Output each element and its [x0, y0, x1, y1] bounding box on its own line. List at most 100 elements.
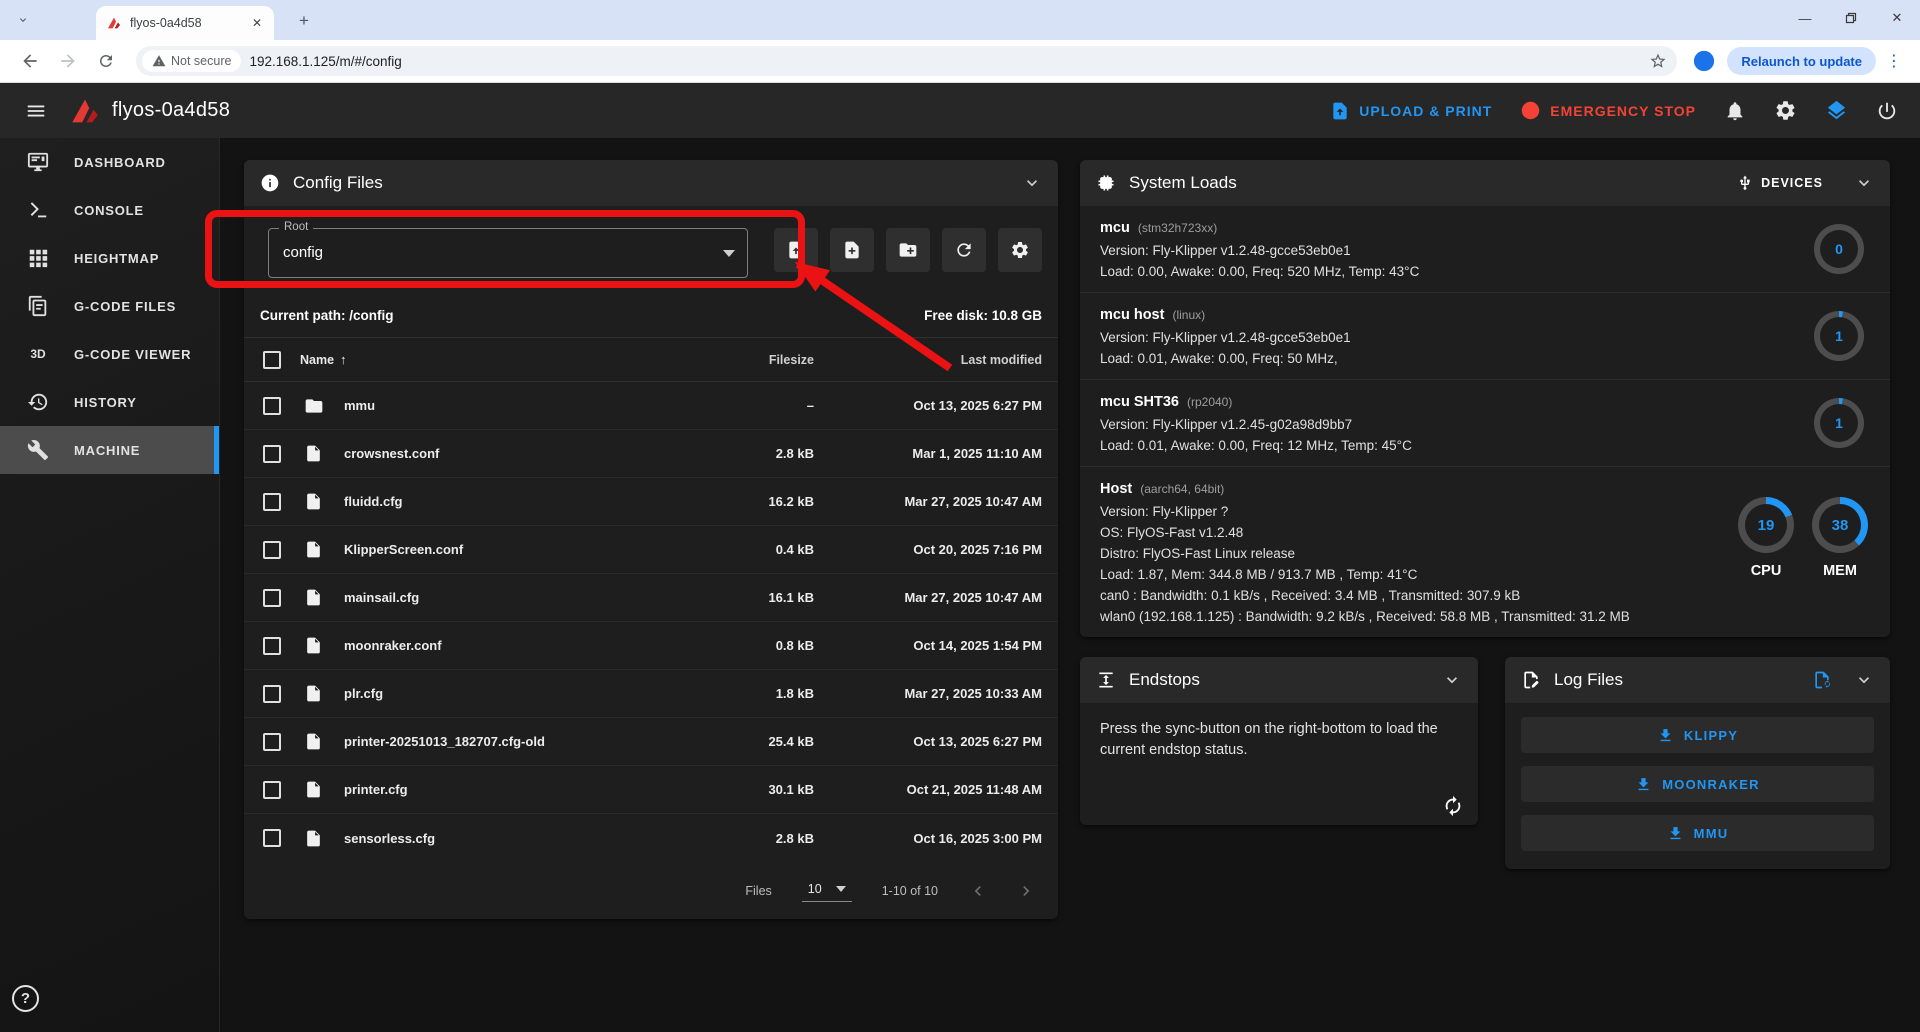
menu-hamburger-button[interactable] [16, 91, 56, 131]
select-all-checkbox[interactable] [263, 351, 281, 369]
page-next-icon[interactable] [1016, 881, 1036, 901]
browser-tab[interactable]: flyos-0a4d58 ✕ [96, 6, 274, 40]
help-button[interactable]: ? [12, 985, 39, 1012]
collapse-chevron-icon[interactable] [1022, 173, 1042, 193]
row-checkbox[interactable] [263, 829, 281, 847]
cpu-gauge: 19 CPU [1738, 497, 1794, 579]
refresh-logs-icon[interactable] [1812, 670, 1832, 690]
download-mmu-log-button[interactable]: MMU [1521, 815, 1874, 851]
sidebar-item-console[interactable]: CONSOLE [0, 186, 219, 234]
browser-menu-icon[interactable]: ⋮ [1882, 51, 1906, 71]
browser-profile-avatar[interactable] [1691, 48, 1717, 74]
collapse-chevron-icon[interactable] [1854, 670, 1874, 690]
row-checkbox[interactable] [263, 637, 281, 655]
sidebar-item-gcode-viewer[interactable]: 3D G-CODE VIEWER [0, 330, 219, 378]
row-checkbox[interactable] [263, 781, 281, 799]
host-os: OS: FlyOS-Fast v1.2.48 [1100, 525, 1690, 540]
row-checkbox[interactable] [263, 733, 281, 751]
back-button[interactable] [14, 45, 46, 77]
collapse-chevron-icon[interactable] [1442, 670, 1462, 690]
file-size: – [664, 398, 814, 413]
alert-circle-icon [1520, 100, 1541, 121]
add-folder-button[interactable] [886, 228, 930, 272]
host-wlan0-stats: wlan0 (192.168.1.125) : Bandwidth: 9.2 k… [1100, 609, 1690, 624]
sidebar-item-heightmap[interactable]: HEIGHTMAP [0, 234, 219, 282]
sidebar-item-label: HISTORY [74, 395, 137, 410]
sidebar-item-dashboard[interactable]: DASHBOARD [0, 138, 219, 186]
file-name: printer.cfg [344, 782, 664, 797]
emergency-stop-button[interactable]: EMERGENCY STOP [1520, 100, 1696, 121]
window-minimize-button[interactable]: — [1782, 0, 1828, 36]
log-files-title: Log Files [1554, 670, 1623, 690]
updates-button[interactable] [1825, 99, 1848, 122]
row-checkbox[interactable] [263, 445, 281, 463]
log-file-icon [1521, 670, 1541, 690]
mcu-host-load-value: 1 [1814, 311, 1864, 361]
site-security-chip[interactable]: Not secure [142, 50, 241, 72]
row-checkbox[interactable] [263, 397, 281, 415]
row-checkbox[interactable] [263, 685, 281, 703]
root-select[interactable]: Root config [268, 228, 748, 278]
file-row[interactable]: crowsnest.conf 2.8 kB Mar 1, 2025 11:10 … [244, 430, 1058, 478]
page-previous-icon[interactable] [968, 881, 988, 901]
window-restore-button[interactable] [1828, 0, 1874, 36]
file-row[interactable]: printer-20251013_182707.cfg-old 25.4 kB … [244, 718, 1058, 766]
power-button[interactable] [1876, 100, 1898, 122]
download-icon [1635, 776, 1652, 793]
forward-button[interactable] [52, 45, 84, 77]
url-text[interactable]: 192.168.1.125/m/#/config [249, 54, 1641, 69]
per-page-value: 10 [808, 882, 822, 896]
sidebar-item-machine[interactable]: MACHINE [0, 426, 219, 474]
file-settings-button[interactable] [998, 228, 1042, 272]
file-icon [300, 829, 344, 848]
row-checkbox[interactable] [263, 589, 281, 607]
bookmark-star-icon[interactable] [1649, 52, 1667, 70]
app-title: flyos-0a4d58 [112, 99, 230, 122]
reload-button[interactable] [90, 45, 122, 77]
upload-file-button[interactable] [774, 228, 818, 272]
file-row[interactable]: fluidd.cfg 16.2 kB Mar 27, 2025 10:47 AM [244, 478, 1058, 526]
devices-button[interactable]: DEVICES [1737, 175, 1823, 191]
notifications-button[interactable] [1724, 100, 1746, 122]
refresh-button[interactable] [942, 228, 986, 272]
column-name[interactable]: Name↑ [300, 352, 664, 367]
download-moonraker-log-button[interactable]: MOONRAKER [1521, 766, 1874, 802]
download-icon [1657, 727, 1674, 744]
endstops-sync-button[interactable] [1442, 795, 1464, 817]
file-row[interactable]: KlipperScreen.conf 0.4 kB Oct 20, 2025 7… [244, 526, 1058, 574]
file-row[interactable]: moonraker.conf 0.8 kB Oct 14, 2025 1:54 … [244, 622, 1058, 670]
system-load-entry-mcu-host: mcu host(linux) Version: Fly-Klipper v1.… [1080, 293, 1890, 380]
sidebar-item-history[interactable]: HISTORY [0, 378, 219, 426]
window-close-button[interactable]: ✕ [1874, 0, 1920, 36]
address-bar[interactable]: Not secure 192.168.1.125/m/#/config [136, 46, 1677, 76]
screen: flyos-0a4d58 ✕ + — ✕ Not secure 192.1 [0, 0, 1920, 1032]
file-row[interactable]: sensorless.cfg 2.8 kB Oct 16, 2025 3:00 … [244, 814, 1058, 862]
mcu-sht36-version: Version: Fly-Klipper v1.2.45-g02a98d9bb7 [1100, 417, 1790, 432]
new-tab-button[interactable]: + [292, 9, 316, 33]
row-checkbox[interactable] [263, 493, 281, 511]
column-filesize[interactable]: Filesize [664, 353, 814, 367]
row-checkbox[interactable] [263, 541, 281, 559]
dashboard-icon [26, 151, 50, 173]
file-row[interactable]: plr.cfg 1.8 kB Mar 27, 2025 10:33 AM [244, 670, 1058, 718]
file-size: 16.2 kB [664, 494, 814, 509]
column-last-modified[interactable]: Last modified [814, 353, 1058, 367]
upload-and-print-button[interactable]: UPLOAD & PRINT [1330, 101, 1492, 121]
endstops-title: Endstops [1129, 670, 1200, 690]
mcu-sht36-stats: Load: 0.01, Awake: 0.00, Freq: 12 MHz, T… [1100, 438, 1790, 453]
files-per-page-select[interactable]: 10 [802, 879, 852, 902]
file-row[interactable]: mainsail.cfg 16.1 kB Mar 27, 2025 10:47 … [244, 574, 1058, 622]
host-chip: (aarch64, 64bit) [1140, 482, 1224, 496]
mcu-host-version: Version: Fly-Klipper v1.2.48-gcce53eb0e1 [1100, 330, 1790, 345]
download-klippy-log-button[interactable]: KLIPPY [1521, 717, 1874, 753]
collapse-chevron-icon[interactable] [1854, 173, 1874, 193]
tab-close-icon[interactable]: ✕ [248, 14, 266, 32]
file-row[interactable]: printer.cfg 30.1 kB Oct 21, 2025 11:48 A… [244, 766, 1058, 814]
file-size: 0.8 kB [664, 638, 814, 653]
tab-search-button[interactable] [10, 9, 36, 31]
settings-button[interactable] [1774, 99, 1797, 122]
add-file-button[interactable] [830, 228, 874, 272]
sidebar-item-gcode-files[interactable]: G-CODE FILES [0, 282, 219, 330]
relaunch-to-update-button[interactable]: Relaunch to update [1727, 47, 1876, 75]
file-row[interactable]: mmu – Oct 13, 2025 6:27 PM [244, 382, 1058, 430]
